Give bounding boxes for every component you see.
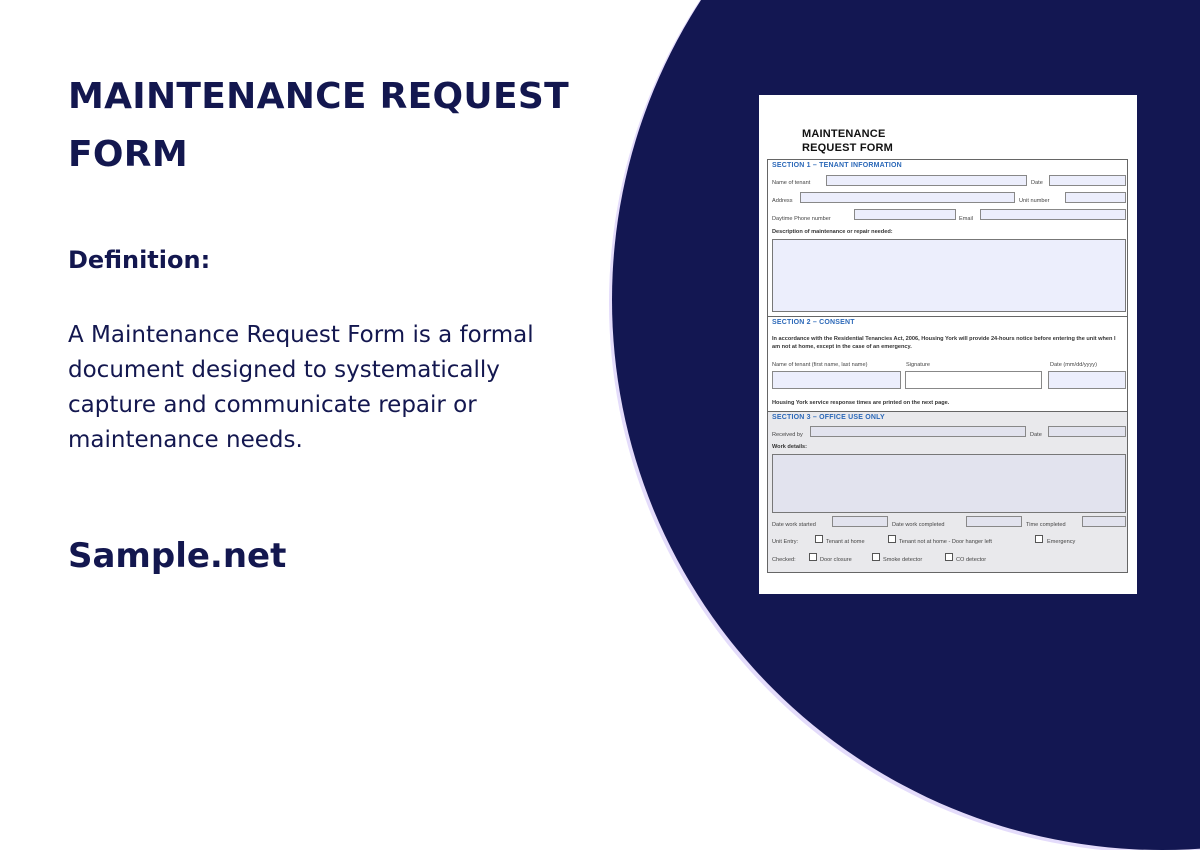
- unit-number-label: Unit number: [1019, 198, 1050, 204]
- page-title: MAINTENANCE REQUEST FORM: [68, 76, 569, 175]
- office-date-label: Date: [1030, 432, 1042, 438]
- address-label: Address: [772, 198, 793, 204]
- date-work-completed-field[interactable]: [966, 516, 1022, 527]
- form-document-preview: MAINTENANCE REQUEST FORM SECTION 1 – TEN…: [759, 95, 1137, 594]
- office-date-field[interactable]: [1048, 426, 1126, 437]
- checkbox-smoke-detector[interactable]: [872, 553, 880, 561]
- received-by-label: Received by: [772, 432, 803, 438]
- option-door-closure: Door closure: [820, 557, 852, 563]
- unit-number-field[interactable]: [1065, 192, 1126, 203]
- email-label: Email: [959, 216, 973, 222]
- time-completed-label: Time completed: [1026, 522, 1066, 528]
- date-field[interactable]: [1049, 175, 1126, 186]
- section2-heading: SECTION 2 – CONSENT: [772, 319, 855, 326]
- checkbox-tenant-at-home[interactable]: [815, 535, 823, 543]
- signature-field[interactable]: [905, 371, 1042, 389]
- section-office-use-only: SECTION 3 – OFFICE USE ONLY Received by …: [767, 411, 1128, 573]
- brand-name: Sample.net: [68, 536, 287, 576]
- date-work-completed-label: Date work completed: [892, 522, 945, 528]
- name-of-tenant-field[interactable]: [826, 175, 1027, 186]
- response-times-note: Housing York service response times are …: [772, 400, 950, 406]
- consent-date-field[interactable]: [1048, 371, 1126, 389]
- unit-entry-label: Unit Entry:: [772, 539, 799, 545]
- date-label: Date: [1031, 180, 1043, 186]
- option-tenant-not-at-home: Tenant not at home - Door hanger left: [899, 539, 992, 545]
- definition-text: A Maintenance Request Form is a formal d…: [68, 322, 534, 453]
- definition-heading: Definition:: [68, 246, 211, 274]
- option-smoke-detector: Smoke detector: [883, 557, 923, 563]
- description-label: Description of maintenance or repair nee…: [772, 229, 893, 235]
- section-consent: SECTION 2 – CONSENT In accordance with t…: [767, 316, 1128, 412]
- checked-label: Checked:: [772, 557, 796, 563]
- consent-name-field[interactable]: [772, 371, 901, 389]
- checkbox-co-detector[interactable]: [945, 553, 953, 561]
- description-textarea[interactable]: [772, 239, 1126, 312]
- work-details-textarea[interactable]: [772, 454, 1126, 513]
- consent-text: In accordance with the Residential Tenan…: [772, 336, 1116, 350]
- consent-date-label: Date (mm/dd/yyyy): [1050, 362, 1097, 368]
- checkbox-door-closure[interactable]: [809, 553, 817, 561]
- received-by-field[interactable]: [810, 426, 1026, 437]
- option-emergency: Emergency: [1047, 539, 1076, 545]
- name-of-tenant-label: Name of tenant: [772, 180, 811, 186]
- checkbox-tenant-not-at-home[interactable]: [888, 535, 896, 543]
- option-tenant-at-home: Tenant at home: [826, 539, 865, 545]
- option-co-detector: CO detector: [956, 557, 987, 563]
- work-details-label: Work details:: [772, 444, 808, 450]
- signature-label: Signature: [906, 362, 930, 368]
- section-tenant-information: SECTION 1 – TENANT INFORMATION Name of t…: [767, 159, 1128, 317]
- checkbox-emergency[interactable]: [1035, 535, 1043, 543]
- section1-heading: SECTION 1 – TENANT INFORMATION: [772, 162, 902, 169]
- date-work-started-field[interactable]: [832, 516, 888, 527]
- form-title: MAINTENANCE REQUEST FORM: [802, 127, 893, 155]
- time-completed-field[interactable]: [1082, 516, 1126, 527]
- consent-name-label: Name of tenant (first name, last name): [772, 362, 868, 368]
- phone-field[interactable]: [854, 209, 956, 220]
- form-title-line1: MAINTENANCE: [802, 128, 886, 140]
- date-work-started-label: Date work started: [772, 522, 816, 528]
- form-title-line2: REQUEST FORM: [802, 142, 894, 154]
- address-field[interactable]: [800, 192, 1015, 203]
- email-field[interactable]: [980, 209, 1126, 220]
- section3-heading: SECTION 3 – OFFICE USE ONLY: [772, 414, 885, 421]
- phone-label: Daytime Phone number: [772, 216, 831, 222]
